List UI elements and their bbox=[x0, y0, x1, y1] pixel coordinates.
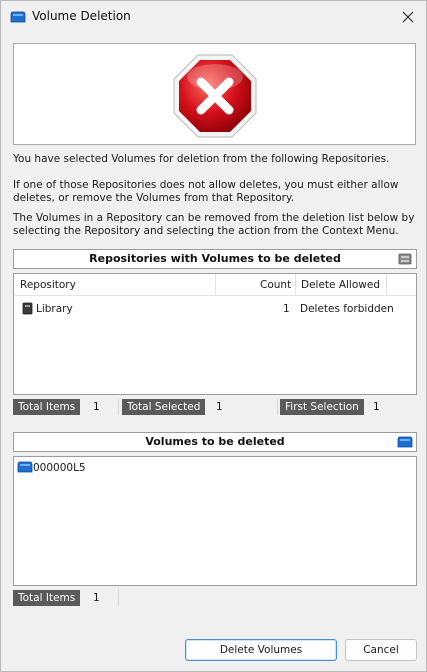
total-items-value: 1 bbox=[93, 592, 100, 604]
total-items-label: Total Items bbox=[13, 399, 81, 415]
delete-volumes-button[interactable]: Delete Volumes bbox=[185, 639, 337, 661]
volumes-list[interactable]: 000000L5 bbox=[13, 456, 417, 586]
tape-volume-icon bbox=[397, 436, 413, 448]
close-icon bbox=[402, 11, 414, 22]
title-bar: Volume Deletion bbox=[1, 1, 426, 33]
column-delete-allowed[interactable]: Delete Allowed bbox=[301, 274, 380, 296]
table-row[interactable]: Library 1 Deletes forbidden bbox=[14, 301, 416, 317]
tape-volume-icon bbox=[17, 461, 33, 473]
row-repository: Library bbox=[36, 303, 73, 315]
repositories-header-title: Repositories with Volumes to be deleted bbox=[89, 252, 341, 265]
message-line-1: You have selected Volumes for deletion f… bbox=[13, 153, 390, 165]
volumes-header-title: Volumes to be deleted bbox=[145, 435, 285, 448]
library-icon bbox=[398, 253, 412, 265]
volumes-header: Volumes to be deleted bbox=[13, 432, 417, 452]
column-repository[interactable]: Repository bbox=[20, 274, 76, 296]
window-title: Volume Deletion bbox=[32, 9, 131, 23]
tape-volume-icon bbox=[10, 11, 26, 23]
first-selection-value: 1 bbox=[373, 401, 380, 413]
repositories-list[interactable]: Repository Count Delete Allowed Library … bbox=[13, 273, 417, 395]
first-selection-label: First Selection bbox=[280, 399, 364, 415]
message-line-2: If one of those Repositories does not al… bbox=[13, 179, 399, 204]
list-item[interactable]: 000000L5 bbox=[16, 460, 136, 476]
library-icon bbox=[22, 302, 33, 315]
volumes-status-bar: Total Items 1 bbox=[13, 590, 417, 606]
column-count[interactable]: Count bbox=[260, 274, 291, 296]
volume-deletion-dialog: Volume Deletion You have selected Volume… bbox=[0, 0, 427, 672]
close-button[interactable] bbox=[390, 1, 426, 32]
message-line-3: The Volumes in a Repository can be remov… bbox=[13, 212, 415, 237]
repositories-status-bar: Total Items 1 Total Selected 1 First Sel… bbox=[13, 399, 417, 415]
total-items-value: 1 bbox=[93, 401, 100, 413]
stop-error-icon bbox=[173, 54, 257, 138]
cancel-button[interactable]: Cancel bbox=[345, 639, 417, 661]
total-selected-label: Total Selected bbox=[122, 399, 206, 415]
volume-label: 000000L5 bbox=[33, 462, 86, 474]
row-delete-allowed: Deletes forbidden bbox=[300, 303, 394, 315]
repositories-header: Repositories with Volumes to be deleted bbox=[13, 249, 417, 269]
row-count: 1 bbox=[283, 303, 290, 315]
total-items-label: Total Items bbox=[13, 590, 81, 606]
total-selected-value: 1 bbox=[216, 401, 223, 413]
warning-banner bbox=[13, 43, 416, 145]
